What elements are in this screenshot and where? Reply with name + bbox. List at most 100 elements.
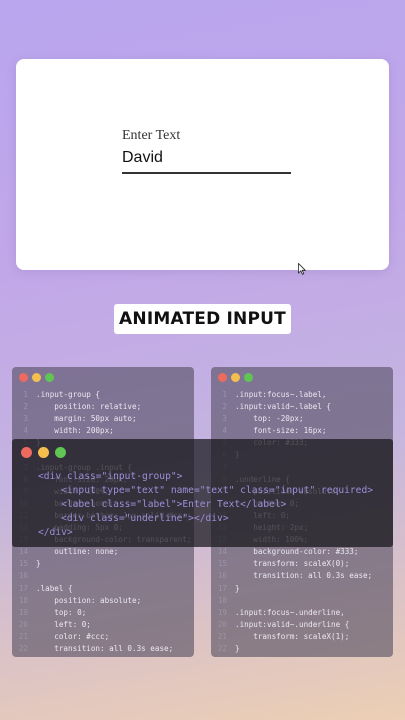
code-text: transform: scaleX(0);	[235, 559, 350, 569]
text-input[interactable]: David	[122, 149, 163, 167]
line-number: 21	[217, 631, 227, 641]
code-text: outline: none;	[36, 547, 119, 557]
code-text: margin: 50px auto;	[36, 414, 137, 424]
code-text: position: absolute;	[36, 595, 142, 605]
line-number: 21	[18, 631, 28, 641]
code-line: 15}	[12, 558, 191, 570]
html-code-line: </div>	[38, 527, 73, 538]
code-line: 21 color: #ccc;	[12, 631, 191, 643]
code-text: background-color: #333;	[235, 547, 359, 557]
code-text: }	[235, 643, 240, 653]
close-dot-icon	[218, 373, 227, 382]
line-number: 17	[217, 583, 227, 593]
code-text: }	[36, 559, 41, 569]
line-number: 1	[23, 390, 28, 399]
code-text: .input-group {	[36, 390, 101, 399]
code-line: 1 .input:focus~.label,	[211, 389, 372, 401]
code-line: 4 width: 200px;	[12, 425, 191, 437]
html-code-line: <input type="text" name="text" class="in…	[38, 485, 374, 496]
code-line: 17}	[211, 583, 372, 595]
code-text: .input:valid~.underline {	[235, 619, 350, 629]
code-line: 19 .input:focus~.underline,	[211, 607, 372, 619]
code-line: 16 transition: all 0.3s ease;	[211, 570, 372, 582]
mouse-pointer-icon	[298, 263, 306, 275]
minimize-dot-icon	[231, 373, 240, 382]
line-number: 14	[18, 547, 28, 557]
window-controls	[19, 373, 54, 382]
line-number: 19	[217, 607, 227, 617]
line-number: 2	[23, 402, 28, 412]
maximize-dot-icon	[55, 447, 66, 458]
code-text: left: 0;	[36, 619, 91, 629]
minimize-dot-icon	[38, 447, 49, 458]
code-text: width: 200px;	[36, 426, 114, 436]
code-text: .input:valid~.label {	[235, 402, 332, 412]
line-number: 4	[222, 426, 227, 436]
demo-card: Enter Text David	[16, 59, 389, 275]
close-dot-icon	[19, 373, 28, 382]
html-code-line: <div class="input-group">	[38, 471, 183, 482]
minimize-dot-icon	[32, 373, 41, 382]
code-line: 15 transform: scaleX(0);	[211, 558, 372, 570]
input-underline	[122, 172, 291, 174]
code-line: 2 position: relative;	[12, 401, 191, 413]
line-number: 19	[18, 607, 28, 617]
html-code-block: <div class="input-group"> <input type="t…	[38, 470, 373, 540]
code-text: font-size: 16px;	[235, 426, 327, 436]
code-line: 1 .input-group {	[12, 389, 191, 401]
code-line: 2 .input:valid~.label {	[211, 401, 372, 413]
line-number: 4	[23, 426, 28, 436]
line-number: 18	[18, 595, 28, 605]
line-number: 16	[217, 571, 227, 581]
line-number: 20	[18, 619, 28, 629]
line-number: 1	[222, 390, 227, 399]
line-number: 22	[217, 643, 227, 653]
code-text: transition: all 0.3s ease;	[36, 643, 174, 653]
code-line: 23 pointer-events: none;	[12, 655, 191, 657]
code-text: top: -20px;	[235, 414, 304, 424]
code-text: top: 0;	[36, 607, 87, 617]
close-dot-icon	[21, 447, 32, 458]
code-line: 3 margin: 50px auto;	[12, 413, 191, 425]
line-number: 22	[18, 643, 28, 653]
code-line: 16	[12, 570, 191, 582]
title-text: ANIMATED INPUT	[119, 309, 286, 329]
line-number: 3	[222, 414, 227, 424]
code-line: 18 position: absolute;	[12, 595, 191, 607]
window-controls	[21, 447, 66, 458]
maximize-dot-icon	[244, 373, 253, 382]
line-number: 18	[217, 595, 227, 605]
code-line: 4 font-size: 16px;	[211, 425, 372, 437]
code-line: 20 left: 0;	[12, 619, 191, 631]
code-text: transform: scaleX(1);	[235, 631, 350, 641]
html-editor: <div class="input-group"> <input type="t…	[12, 439, 393, 547]
line-number: 20	[217, 619, 227, 629]
html-code-line: <label class="label">Enter Text</label>	[38, 499, 287, 510]
code-text: transition: all 0.3s ease;	[235, 571, 373, 581]
code-line: 3 top: -20px;	[211, 413, 372, 425]
maximize-dot-icon	[45, 373, 54, 382]
title-badge: ANIMATED INPUT	[114, 304, 291, 334]
window-controls	[218, 373, 253, 382]
line-number: 17	[18, 583, 28, 593]
line-number: 14	[217, 547, 227, 557]
line-number: 23	[12, 655, 28, 657]
input-label: Enter Text	[122, 128, 181, 143]
code-text: .input:focus~.underline,	[235, 607, 345, 617]
code-line: 17 .label {	[12, 583, 191, 595]
line-number: 16	[18, 571, 28, 581]
code-text: pointer-events: none;	[36, 656, 150, 657]
code-line: 20 .input:valid~.underline {	[211, 619, 372, 631]
code-line: 19 top: 0;	[12, 607, 191, 619]
code-line: 22}	[211, 643, 372, 655]
code-text: position: relative;	[36, 402, 142, 412]
line-number: 2	[222, 402, 227, 412]
code-text: .input:focus~.label,	[235, 390, 327, 399]
code-text: .label {	[36, 583, 73, 593]
code-line: 14 background-color: #333;	[211, 546, 372, 558]
code-text: }	[235, 583, 240, 593]
code-line: 18	[211, 595, 372, 607]
html-code-line: <div class="underline"></div>	[38, 513, 229, 524]
line-number: 3	[23, 414, 28, 424]
code-line: 14 outline: none;	[12, 546, 191, 558]
